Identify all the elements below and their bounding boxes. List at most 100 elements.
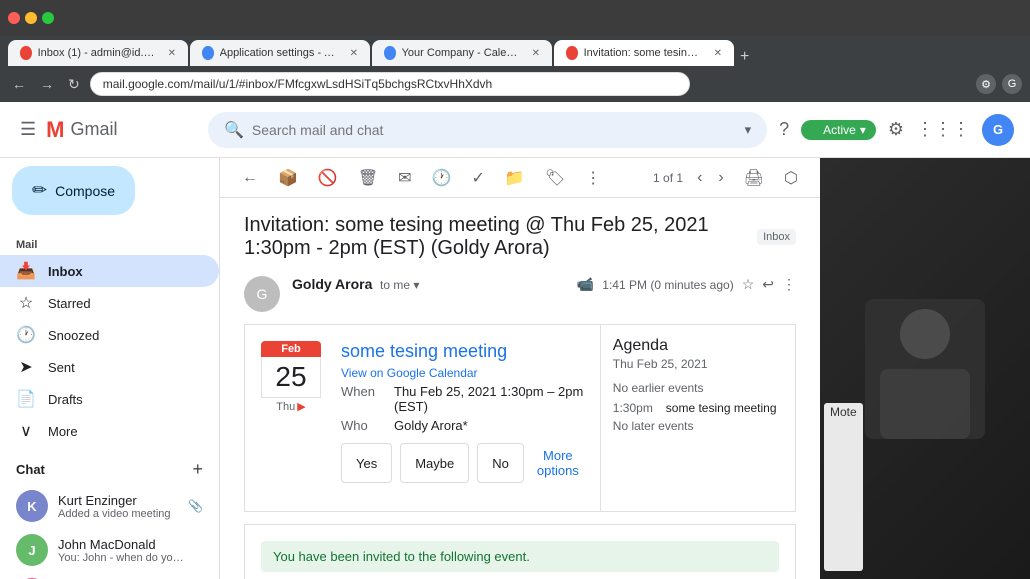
search-bar[interactable]: 🔍 ▾	[208, 112, 767, 148]
video-call-icon: 📹	[577, 276, 594, 293]
cal-day: 25	[261, 357, 321, 398]
search-dropdown-icon[interactable]: ▾	[745, 122, 752, 138]
tab-calendar[interactable]: Your Company - Calendar - Vi... ✕	[372, 40, 552, 66]
view-on-calendar-link[interactable]: View on Google Calendar	[341, 366, 584, 380]
agenda-panel: Agenda Thu Feb 25, 2021 No earlier event…	[600, 325, 800, 511]
more-email-actions-button[interactable]: ⋮	[782, 276, 796, 293]
tab-calendar-label: Your Company - Calendar - Vi...	[402, 47, 522, 59]
sender-avatar: G	[244, 276, 280, 312]
profile-icon[interactable]: G	[1002, 74, 1022, 94]
cal-arrow-icon: ▶	[297, 400, 305, 413]
inbox-icon: 📥	[16, 261, 36, 281]
gmail-logo-text: Gmail	[70, 119, 117, 140]
address-text: mail.google.com/mail/u/1/#inbox/FMfcgxwL…	[103, 77, 493, 91]
cal-month: Feb	[261, 341, 321, 357]
add-chat-button[interactable]: +	[192, 459, 203, 480]
tab-settings-label: Application settings - Admin C...	[220, 47, 340, 59]
email-content-area: Invitation: some tesing meeting @ Thu Fe…	[220, 198, 820, 579]
more-icon: ∨	[16, 421, 36, 441]
hamburger-menu[interactable]: ☰	[16, 115, 40, 144]
who-label: Who	[341, 418, 386, 433]
reply-button[interactable]: ↩	[762, 276, 774, 293]
help-icon[interactable]: ?	[779, 119, 789, 140]
add-to-tasks-button[interactable]: ✓	[465, 164, 490, 192]
snoozed-icon: 🕐	[16, 325, 36, 345]
new-window-button[interactable]: ⬡	[778, 164, 804, 192]
agenda-event-name: some tesing meeting	[666, 401, 777, 415]
when-value: Thu Feb 25, 2021 1:30pm – 2pm (EST)	[394, 384, 584, 414]
report-spam-button[interactable]: 🚫	[312, 164, 344, 192]
sidebar: ✏ Compose Mail 📥 Inbox ☆ Starred 🕐	[0, 158, 220, 579]
rsvp-more-options-button[interactable]: More options	[532, 443, 584, 483]
rsvp-no-button[interactable]: No	[477, 443, 524, 483]
agenda-no-later: No later events	[613, 419, 788, 433]
tab-invitation-close[interactable]: ✕	[714, 48, 722, 59]
chat-item-john[interactable]: J John MacDonald You: John - when do you…	[0, 528, 219, 572]
invite-banner: You have been invited to the following e…	[261, 541, 779, 572]
drafts-icon: 📄	[16, 389, 36, 409]
email-body: You have been invited to the following e…	[244, 524, 796, 579]
forward-button[interactable]: →	[36, 74, 58, 94]
extensions-icon: ⚙	[976, 74, 996, 94]
compose-icon: ✏	[32, 180, 47, 201]
sidebar-item-starred[interactable]: ☆ Starred	[0, 287, 219, 319]
print-button[interactable]: 🖨	[738, 164, 770, 192]
new-tab-button[interactable]: +	[740, 48, 749, 66]
snooze-button[interactable]: 🕐	[426, 164, 458, 192]
star-button[interactable]: ☆	[742, 276, 755, 293]
labels-button[interactable]: 🏷	[539, 164, 571, 192]
inbox-badge: Inbox	[757, 229, 796, 245]
archive-button[interactable]: 📦	[272, 164, 304, 192]
sidebar-item-inbox[interactable]: 📥 Inbox	[0, 255, 219, 287]
chat-avatar-john: J	[16, 534, 48, 566]
agenda-no-earlier: No earlier events	[613, 381, 788, 395]
tab-settings[interactable]: Application settings - Admin C... ✕	[190, 40, 370, 66]
tab-invitation-label: Invitation: some tesing meetin...	[584, 47, 704, 59]
reload-button[interactable]: ↻	[64, 74, 84, 95]
mail-section-label: Mail	[0, 231, 219, 255]
chat-name-john: John MacDonald	[58, 537, 203, 552]
delete-button[interactable]: 🗑	[352, 164, 384, 192]
sidebar-item-snoozed[interactable]: 🕐 Snoozed	[0, 319, 219, 351]
sidebar-item-more[interactable]: ∨ More	[0, 415, 219, 447]
chat-preview-john: You: John - when do you nee...	[58, 552, 188, 564]
pagination-text: 1 of 1	[653, 171, 683, 185]
to-me-text[interactable]: to me ▾	[380, 278, 419, 292]
sidebar-item-drafts[interactable]: 📄 Drafts	[0, 383, 219, 415]
compose-button[interactable]: ✏ Compose	[12, 166, 135, 215]
active-status[interactable]: Active ▾	[801, 120, 876, 140]
settings-icon[interactable]: ⚙	[888, 119, 904, 140]
back-button[interactable]: ←	[8, 74, 30, 94]
tab-inbox-close[interactable]: ✕	[168, 48, 176, 59]
move-to-button[interactable]: 📁	[499, 164, 531, 192]
when-label: When	[341, 384, 386, 414]
chat-avatar-kurt: K	[16, 490, 48, 522]
email-time: 1:41 PM (0 minutes ago)	[602, 278, 733, 292]
rsvp-yes-button[interactable]: Yes	[341, 443, 392, 483]
user-avatar[interactable]: G	[982, 114, 1014, 146]
prev-email-button[interactable]: ‹	[691, 165, 708, 191]
sent-icon: ➤	[16, 357, 36, 377]
tab-settings-close[interactable]: ✕	[350, 48, 358, 59]
invite-meeting-title[interactable]: some tesing meeting	[341, 341, 584, 362]
tab-invitation[interactable]: Invitation: some tesing meetin... ✕	[554, 40, 734, 66]
next-email-button[interactable]: ›	[712, 165, 729, 191]
agenda-date: Thu Feb 25, 2021	[613, 357, 788, 371]
chat-item-kurt[interactable]: K Kurt Enzinger Added a video meeting 📎	[0, 484, 219, 528]
more-actions-button[interactable]: ⋮	[579, 164, 607, 192]
search-input[interactable]	[252, 122, 737, 138]
agenda-event: 1:30pm some tesing meeting	[613, 401, 788, 415]
chat-item-kristin[interactable]: K Kristin Aliberto You: Kristin - Please…	[0, 572, 219, 579]
address-bar[interactable]: mail.google.com/mail/u/1/#inbox/FMfcgxwL…	[90, 72, 690, 96]
google-apps-icon[interactable]: ⋮⋮⋮	[916, 119, 970, 140]
sidebar-item-sent[interactable]: ➤ Sent	[0, 351, 219, 383]
chat-preview-kurt: Added a video meeting	[58, 508, 178, 520]
starred-icon: ☆	[16, 293, 36, 313]
email-main: ← 📦 🚫 🗑 ✉ 🕐 ✓ 📁 🏷 ⋮ 1 of 1 ‹ ›	[220, 158, 820, 579]
rsvp-maybe-button[interactable]: Maybe	[400, 443, 469, 483]
mark-unread-button[interactable]: ✉	[392, 164, 417, 192]
tab-inbox[interactable]: Inbox (1) - admin@id.goldyaro... ✕	[8, 40, 188, 66]
video-preview-panel: Mote	[820, 158, 1030, 579]
back-to-inbox-button[interactable]: ←	[236, 165, 264, 191]
tab-calendar-close[interactable]: ✕	[532, 48, 540, 59]
